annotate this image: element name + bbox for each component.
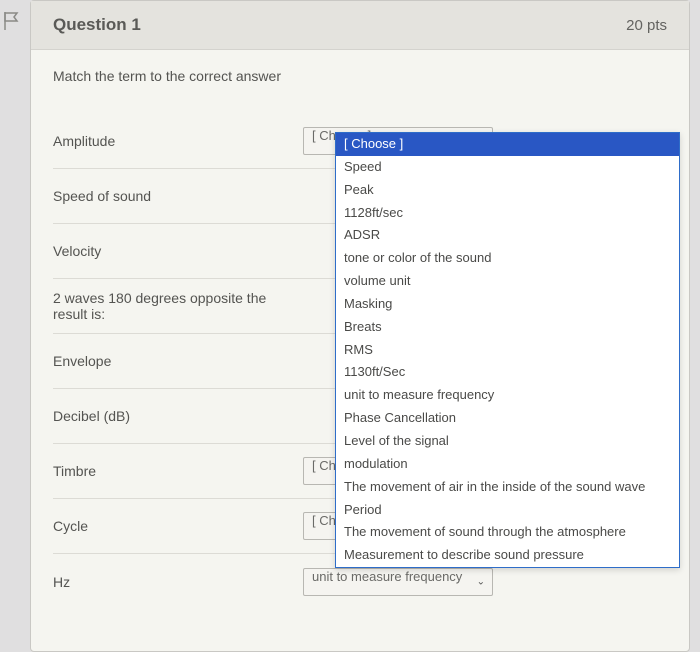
dropdown-listbox[interactable]: [ Choose ] Speed Peak 1128ft/sec ADSR to… [335, 132, 680, 568]
term-label: Amplitude [53, 133, 303, 149]
dropdown-option[interactable]: [ Choose ] [336, 133, 679, 156]
dropdown-option[interactable]: Speed [336, 156, 679, 179]
term-label: Speed of sound [53, 188, 303, 204]
term-label: Velocity [53, 243, 303, 259]
term-label: 2 waves 180 degrees opposite the result … [53, 290, 303, 322]
dropdown-option[interactable]: Level of the signal [336, 430, 679, 453]
dropdown-option[interactable]: Measurement to describe sound pressure [336, 544, 679, 567]
term-label: Cycle [53, 518, 303, 534]
question-header: Question 1 20 pts [31, 1, 689, 50]
dropdown-option[interactable]: Period [336, 499, 679, 522]
dropdown-option[interactable]: 1130ft/Sec [336, 361, 679, 384]
dropdown-option[interactable]: Breats [336, 316, 679, 339]
term-label: Decibel (dB) [53, 408, 303, 424]
dropdown-option[interactable]: tone or color of the sound [336, 247, 679, 270]
select-wrap: unit to measure frequency ⌄ [303, 568, 493, 596]
page: Question 1 20 pts Match the term to the … [0, 0, 700, 652]
dropdown-option[interactable]: modulation [336, 453, 679, 476]
choose-select-hz[interactable]: unit to measure frequency [303, 568, 493, 596]
dropdown-option[interactable]: 1128ft/sec [336, 202, 679, 225]
term-label: Timbre [53, 463, 303, 479]
dropdown-option[interactable]: The movement of sound through the atmosp… [336, 521, 679, 544]
question-points: 20 pts [626, 17, 667, 34]
flag-icon[interactable] [3, 11, 21, 31]
dropdown-option[interactable]: Phase Cancellation [336, 407, 679, 430]
term-label: Hz [53, 574, 303, 590]
question-title: Question 1 [53, 15, 141, 35]
instruction-text: Match the term to the correct answer [53, 68, 667, 84]
dropdown-option[interactable]: The movement of air in the inside of the… [336, 476, 679, 499]
dropdown-option[interactable]: unit to measure frequency [336, 384, 679, 407]
dropdown-option[interactable]: volume unit [336, 270, 679, 293]
dropdown-option[interactable]: RMS [336, 339, 679, 362]
term-label: Envelope [53, 353, 303, 369]
dropdown-option[interactable]: Peak [336, 179, 679, 202]
dropdown-option[interactable]: Masking [336, 293, 679, 316]
dropdown-option[interactable]: ADSR [336, 224, 679, 247]
question-card: Question 1 20 pts Match the term to the … [30, 0, 690, 652]
